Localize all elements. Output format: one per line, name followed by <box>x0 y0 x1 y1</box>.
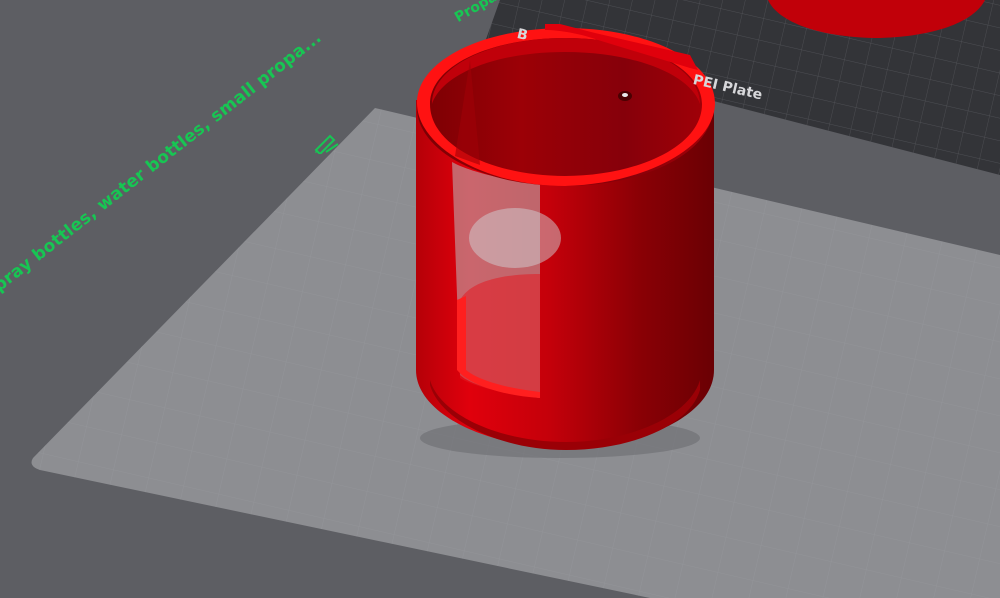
model-cylinder[interactable] <box>416 24 715 450</box>
scene-canvas[interactable] <box>0 0 1000 598</box>
3d-viewport[interactable]: B PEI Plate Propa Spray bottles, water b… <box>0 0 1000 598</box>
pencil-icon[interactable] <box>312 132 340 156</box>
